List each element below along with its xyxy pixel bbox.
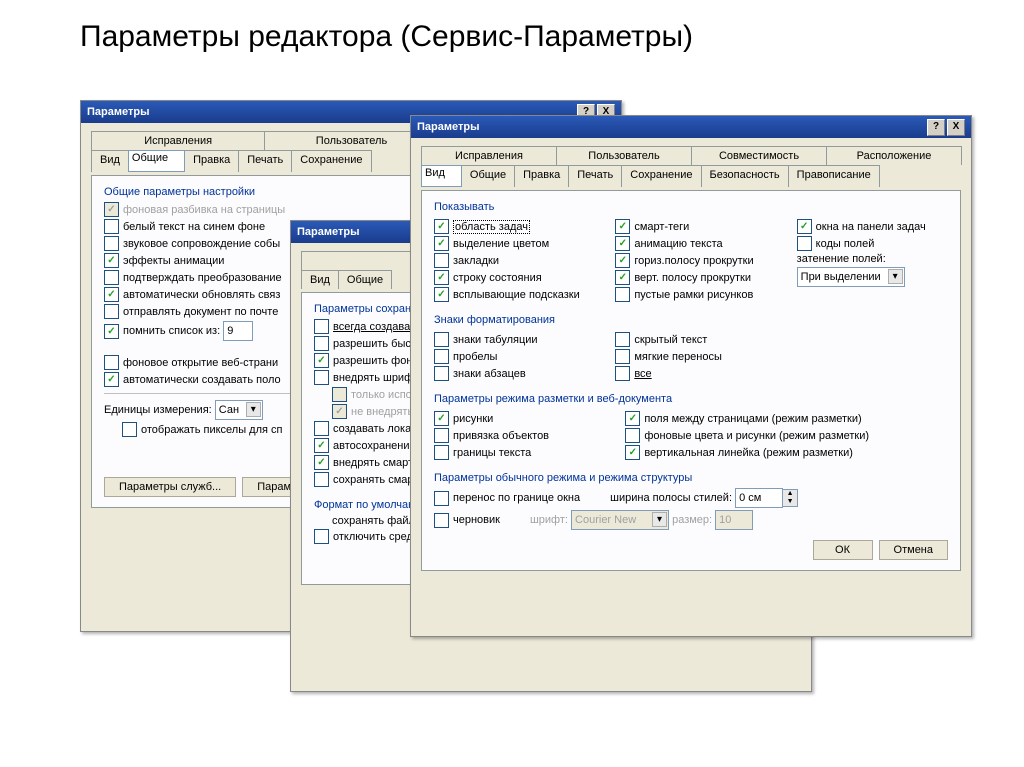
- cb-bg-colors[interactable]: [625, 428, 640, 443]
- cb-anchors[interactable]: [434, 428, 449, 443]
- cb-pixels[interactable]: [122, 422, 137, 437]
- cb-drawings[interactable]: [434, 411, 449, 426]
- cb-all[interactable]: [615, 366, 630, 381]
- cb-placeholders[interactable]: [615, 287, 630, 302]
- cb-auto-canvas[interactable]: [104, 372, 119, 387]
- tab-security[interactable]: Безопасность: [701, 165, 789, 187]
- tab-edit[interactable]: Правка: [184, 150, 239, 172]
- ok-button[interactable]: ОК: [813, 540, 873, 560]
- draft-size: [715, 510, 753, 530]
- cb-auto-update-links[interactable]: [104, 287, 119, 302]
- group-layout-web: Параметры режима разметки и веб-документ…: [434, 393, 948, 405]
- draft-font: [571, 510, 669, 530]
- cb-smarttags[interactable]: [615, 219, 630, 234]
- cb-taskpane[interactable]: [434, 219, 449, 234]
- tab-view[interactable]: Вид: [421, 165, 462, 187]
- dialog-view: Параметры ? X Исправления Пользователь С…: [410, 115, 972, 637]
- cb-mru-list[interactable]: [104, 324, 119, 339]
- style-width[interactable]: [735, 488, 783, 508]
- cb-white-blue[interactable]: [104, 219, 119, 234]
- cb-bookmarks[interactable]: [434, 253, 449, 268]
- cb-background-pagination: [104, 202, 119, 217]
- cb-tooltips[interactable]: [434, 287, 449, 302]
- cb-allow-bg[interactable]: [314, 353, 329, 368]
- cb-create-local[interactable]: [314, 421, 329, 436]
- cb-embed-fonts[interactable]: [314, 370, 329, 385]
- spin-up[interactable]: ▲: [783, 490, 797, 498]
- titlebar: Параметры ? X: [411, 116, 971, 138]
- tab-view[interactable]: Вид: [91, 150, 129, 172]
- cb-text-anim[interactable]: [615, 236, 630, 251]
- tab-edits[interactable]: Исправления: [421, 146, 557, 165]
- tab-user[interactable]: Пользователь: [556, 146, 692, 165]
- cb-field-codes[interactable]: [797, 236, 812, 251]
- tab-print[interactable]: Печать: [238, 150, 292, 172]
- field-shading-select[interactable]: [797, 267, 905, 287]
- cb-send-mail[interactable]: [104, 304, 119, 319]
- cb-only-used: [332, 387, 347, 402]
- slide-title: Параметры редактора (Сервис-Параметры): [80, 20, 1024, 54]
- group-normal-outline: Параметры обычного режима и режима струк…: [434, 472, 948, 484]
- cb-animation[interactable]: [104, 253, 119, 268]
- tab-edit[interactable]: Правка: [514, 165, 569, 187]
- tab-compat[interactable]: Совместимость: [691, 146, 827, 165]
- group-formatting-marks: Знаки форматирования: [434, 314, 948, 326]
- cb-hidden[interactable]: [615, 332, 630, 347]
- tab-edits[interactable]: Исправления: [91, 131, 265, 150]
- cb-allow-fast[interactable]: [314, 336, 329, 351]
- tab-print[interactable]: Печать: [568, 165, 622, 187]
- spin-down[interactable]: ▼: [783, 498, 797, 506]
- cb-statusbar[interactable]: [434, 270, 449, 285]
- help-button[interactable]: ?: [927, 119, 945, 136]
- cb-spaces[interactable]: [434, 349, 449, 364]
- cancel-button[interactable]: Отмена: [879, 540, 948, 560]
- group-show: Показывать: [434, 201, 948, 213]
- title-text: Параметры: [417, 121, 479, 133]
- cb-hscroll[interactable]: [615, 253, 630, 268]
- tab-spelling[interactable]: Правописание: [788, 165, 880, 187]
- title-text: Параметры: [87, 106, 149, 118]
- cb-paragraphs[interactable]: [434, 366, 449, 381]
- cb-sound[interactable]: [104, 236, 119, 251]
- cb-confirm-convert[interactable]: [104, 270, 119, 285]
- cb-vscroll[interactable]: [615, 270, 630, 285]
- cb-highlight[interactable]: [434, 236, 449, 251]
- tab-general[interactable]: Общие: [461, 165, 515, 187]
- cb-text-bounds[interactable]: [434, 445, 449, 460]
- cb-disable-features[interactable]: [314, 529, 329, 544]
- cb-save-smart[interactable]: [314, 472, 329, 487]
- cb-page-margins[interactable]: [625, 411, 640, 426]
- tab-save[interactable]: Сохранение: [291, 150, 371, 172]
- title-text: Параметры: [297, 226, 359, 238]
- mru-count[interactable]: [223, 321, 253, 341]
- cb-background-web[interactable]: [104, 355, 119, 370]
- tab-save[interactable]: Сохранение: [621, 165, 701, 187]
- unit-select[interactable]: [215, 400, 263, 420]
- services-button[interactable]: Параметры служб...: [104, 477, 236, 497]
- cb-taskbar-windows[interactable]: [797, 219, 812, 234]
- cb-wrap[interactable]: [434, 491, 449, 506]
- tab-general[interactable]: Общие: [128, 150, 185, 172]
- tab-location[interactable]: Расположение: [826, 146, 962, 165]
- tab-view[interactable]: Вид: [301, 270, 339, 289]
- cb-always-create[interactable]: [314, 319, 329, 334]
- cb-autosave[interactable]: [314, 438, 329, 453]
- close-button[interactable]: X: [947, 119, 965, 136]
- cb-no-embed: [332, 404, 347, 419]
- cb-soft-hyphens[interactable]: [615, 349, 630, 364]
- tab-general[interactable]: Общие: [338, 270, 392, 289]
- cb-embed-smart[interactable]: [314, 455, 329, 470]
- cb-vruler[interactable]: [625, 445, 640, 460]
- cb-tabs[interactable]: [434, 332, 449, 347]
- cb-draft[interactable]: [434, 513, 449, 528]
